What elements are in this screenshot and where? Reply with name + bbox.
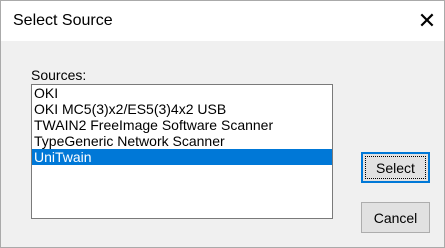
source-item[interactable]: OKI <box>32 85 332 101</box>
source-item-selected[interactable]: UniTwain <box>32 149 332 165</box>
cancel-button[interactable]: Cancel <box>361 202 430 233</box>
source-item[interactable]: OKI MC5(3)x2/ES5(3)4x2 USB <box>32 101 332 117</box>
select-button[interactable]: Select <box>361 152 430 183</box>
dialog-title: Select Source <box>13 12 113 29</box>
sources-label: Sources: <box>31 67 87 83</box>
sources-listbox[interactable]: OKI OKI MC5(3)x2/ES5(3)4x2 USB TWAIN2 Fr… <box>31 84 333 219</box>
select-source-dialog: Select Source ✕ Sources: OKI OKI MC5(3)x… <box>0 0 445 248</box>
title-bar: Select Source ✕ <box>1 1 444 41</box>
source-item[interactable]: TWAIN2 FreeImage Software Scanner <box>32 117 332 133</box>
close-icon[interactable]: ✕ <box>410 1 444 41</box>
source-item[interactable]: TypeGeneric Network Scanner <box>32 133 332 149</box>
